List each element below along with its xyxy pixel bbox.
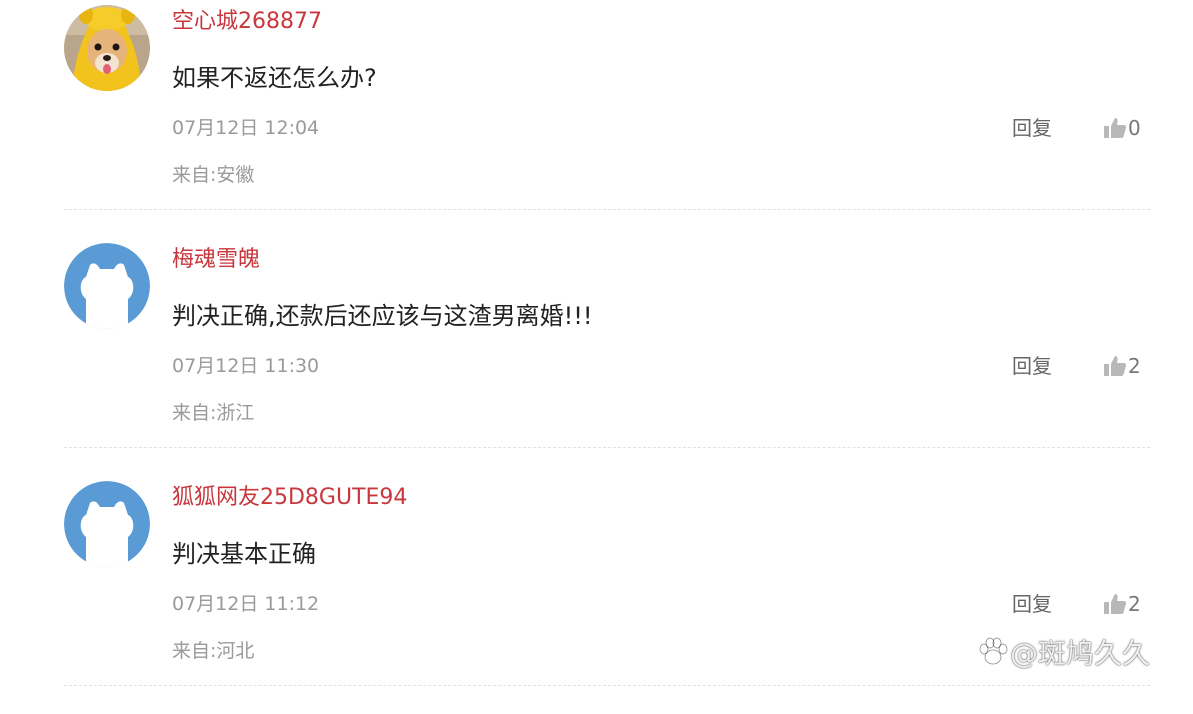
reply-button[interactable]: 回复: [1012, 115, 1052, 141]
comment-time: 07月12日 12:04: [172, 117, 320, 139]
paw-icon: [979, 637, 1008, 665]
user-avatar[interactable]: [64, 243, 150, 329]
watermark: @斑鸠久久: [978, 632, 1150, 672]
thumbs-up-icon: [1103, 354, 1127, 378]
reply-button[interactable]: 回复: [1012, 353, 1052, 379]
dog-photo-avatar-icon: [64, 5, 150, 91]
watermark-text: @斑鸠久久: [1010, 637, 1151, 670]
default-user-avatar-icon: [64, 481, 150, 567]
like-count: 0: [1128, 116, 1141, 140]
comment-item: 梅魂雪魄 判决正确,还款后还应该与这渣男离婚!!! 07月12日 11:30 来…: [0, 238, 1193, 476]
comment-divider: [64, 685, 1150, 686]
comment-location: 来自:安徽: [172, 164, 255, 186]
comment-location: 来自:河北: [172, 640, 255, 662]
default-user-avatar-icon: [64, 243, 150, 329]
comment-divider: [64, 447, 1150, 448]
comment-content: 如果不返还怎么办?: [172, 64, 377, 92]
comment-time: 07月12日 11:30: [172, 355, 320, 377]
reply-button[interactable]: 回复: [1012, 591, 1052, 617]
comment-time: 07月12日 11:12: [172, 593, 320, 615]
comment-username[interactable]: 狐狐网友25D8GUTE94: [172, 484, 407, 512]
comment-divider: [64, 209, 1150, 210]
thumbs-up-icon: [1103, 592, 1127, 616]
like-button[interactable]: 2: [1103, 590, 1141, 618]
like-count: 2: [1128, 354, 1141, 378]
comment-item: 空心城268877 如果不返还怎么办? 07月12日 12:04 来自:安徽 回…: [0, 0, 1193, 238]
like-button[interactable]: 2: [1103, 352, 1141, 380]
user-avatar[interactable]: [64, 481, 150, 567]
comment-username[interactable]: 空心城268877: [172, 8, 322, 36]
comment-content: 判决基本正确: [172, 540, 316, 568]
comment-location: 来自:浙江: [172, 402, 255, 424]
like-count: 2: [1128, 592, 1141, 616]
comment-username[interactable]: 梅魂雪魄: [172, 246, 260, 274]
comment-content: 判决正确,还款后还应该与这渣男离婚!!!: [172, 302, 593, 330]
user-avatar[interactable]: [64, 5, 150, 91]
thumbs-up-icon: [1103, 116, 1127, 140]
comment-item: 狐狐网友25D8GUTE94 判决基本正确 07月12日 11:12 来自:河北…: [0, 476, 1193, 714]
like-button[interactable]: 0: [1103, 114, 1141, 142]
